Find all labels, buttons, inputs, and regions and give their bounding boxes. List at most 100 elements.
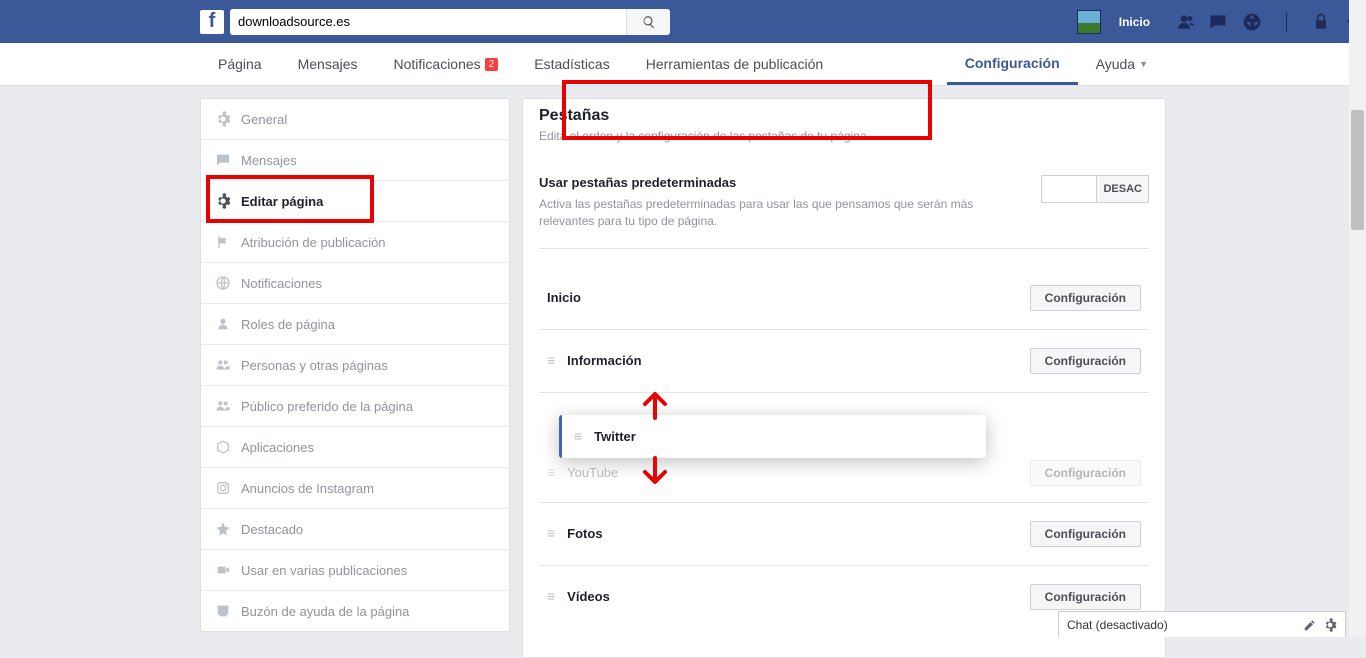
sidebar-item-publico[interactable]: Público preferido de la página [201, 386, 509, 427]
sidebar-label: Roles de página [241, 317, 335, 332]
camera-icon [215, 562, 231, 578]
sidebar-item-atribucion[interactable]: Atribución de publicación [201, 222, 509, 263]
tab-mensajes[interactable]: Mensajes [280, 43, 376, 85]
tab-order-label-partial: YouTube [567, 465, 1018, 480]
star-icon [215, 521, 231, 537]
search-button[interactable] [626, 9, 670, 35]
drag-handle-icon[interactable]: ≡ [547, 529, 555, 537]
sidebar-label: Personas y otras páginas [241, 358, 388, 373]
default-tabs-row: Usar pestañas predeterminadas Activa las… [539, 165, 1149, 249]
sidebar-label: Anuncios de Instagram [241, 481, 374, 496]
tab-order-label: Twitter [594, 429, 636, 444]
messages-icon[interactable] [1208, 12, 1228, 32]
globe-icon [215, 275, 231, 291]
top-bar: f Inicio ▼ [0, 0, 1366, 43]
tab-order-label: Información [567, 353, 1018, 368]
privacy-lock-icon[interactable] [1311, 12, 1331, 32]
tab-order-row-twitter-dragging[interactable]: ≡ Twitter [559, 415, 986, 458]
drag-handle-icon[interactable]: ≡ [574, 432, 582, 440]
tab-notificaciones-label: Notificaciones [394, 56, 481, 72]
sidebar-label: Aplicaciones [241, 440, 314, 455]
page-tab-bar: Página Mensajes Notificaciones 2 Estadís… [0, 43, 1366, 86]
tab-configuracion[interactable]: Configuración [947, 43, 1078, 85]
tab-order-label: Vídeos [567, 589, 1018, 604]
gear-icon[interactable] [1323, 618, 1337, 632]
tab-order-label: Fotos [567, 526, 1018, 541]
inbox-icon [215, 603, 231, 619]
default-tabs-toggle[interactable]: DESAC [1041, 175, 1149, 203]
notificaciones-badge: 2 [485, 58, 499, 71]
tab-notificaciones[interactable]: Notificaciones 2 [376, 43, 517, 85]
sidebar-item-roles[interactable]: Roles de página [201, 304, 509, 345]
sidebar-label: Usar en varias publicaciones [241, 563, 407, 578]
sidebar-item-editar-pagina[interactable]: Editar página [201, 181, 509, 222]
tab-pagina[interactable]: Página [200, 43, 280, 85]
tab-order-label: Inicio [547, 290, 1018, 305]
search-input[interactable] [230, 9, 626, 35]
sidebar-item-aplicaciones[interactable]: Aplicaciones [201, 427, 509, 468]
gear-icon [215, 193, 231, 209]
sidebar-item-destacado[interactable]: Destacado [201, 509, 509, 550]
facebook-logo-icon[interactable]: f [200, 10, 224, 34]
vertical-scrollbar[interactable] [1349, 0, 1366, 637]
sidebar-label: General [241, 112, 287, 127]
scrollbar-thumb[interactable] [1351, 110, 1364, 230]
top-home-link[interactable]: Inicio [1119, 15, 1150, 29]
chat-icon [215, 152, 231, 168]
sidebar-item-buzon[interactable]: Buzón de ayuda de la página [201, 591, 509, 631]
cube-icon [215, 439, 231, 455]
config-button-fotos[interactable]: Configuración [1030, 521, 1141, 547]
profile-avatar[interactable] [1077, 10, 1101, 34]
tab-order-row-informacion[interactable]: ≡ Información Configuración [539, 330, 1149, 393]
drag-handle-icon[interactable]: ≡ [547, 356, 555, 364]
sidebar-label: Buzón de ayuda de la página [241, 604, 409, 619]
content-wrap: General Mensajes Editar página Atribució… [0, 86, 1366, 658]
flag-icon [215, 234, 231, 250]
section-desc: Edita el orden y la configuración de las… [539, 129, 1149, 143]
sidebar-label: Público preferido de la página [241, 399, 413, 414]
config-button-informacion[interactable]: Configuración [1030, 348, 1141, 374]
people-icon [215, 398, 231, 414]
settings-sidebar: General Mensajes Editar página Atribució… [200, 98, 510, 632]
sidebar-item-personas[interactable]: Personas y otras páginas [201, 345, 509, 386]
tab-ayuda-label: Ayuda [1096, 56, 1135, 72]
tab-herramientas[interactable]: Herramientas de publicación [628, 43, 841, 85]
drag-handle-icon[interactable]: ≡ [547, 592, 555, 600]
sidebar-item-notificaciones[interactable]: Notificaciones [201, 263, 509, 304]
sidebar-label: Mensajes [241, 153, 297, 168]
people-icon [215, 357, 231, 373]
edit-icon[interactable] [1303, 618, 1317, 632]
sidebar-label: Destacado [241, 522, 303, 537]
chat-bar[interactable]: Chat (desactivado) [1058, 611, 1346, 637]
gear-icon [215, 111, 231, 127]
config-button-youtube[interactable]: Configuración [1030, 460, 1141, 486]
search-icon [642, 15, 656, 29]
pref-desc: Activa las pestañas predeterminadas para… [539, 196, 1021, 230]
main-panel: Pestañas Edita el orden y la configuraci… [522, 98, 1166, 658]
instagram-icon [215, 480, 231, 496]
drag-handle-icon: ≡ [547, 468, 555, 476]
sidebar-item-mensajes[interactable]: Mensajes [201, 140, 509, 181]
sidebar-label: Editar página [241, 194, 323, 209]
friends-icon[interactable] [1174, 12, 1194, 32]
chat-label: Chat (desactivado) [1067, 618, 1168, 632]
tab-order-row-inicio: Inicio Configuración [539, 249, 1149, 330]
globe-icon[interactable] [1242, 12, 1262, 32]
search-wrap [230, 9, 670, 35]
toggle-state-label: DESAC [1096, 176, 1148, 202]
sidebar-label: Notificaciones [241, 276, 322, 291]
sidebar-item-usar-varias[interactable]: Usar en varias publicaciones [201, 550, 509, 591]
tab-order-row-fotos[interactable]: ≡ Fotos Configuración [539, 503, 1149, 566]
section-title: Pestañas [539, 103, 1149, 125]
sidebar-label: Atribución de publicación [241, 235, 386, 250]
sidebar-item-general[interactable]: General [201, 99, 509, 140]
tab-ayuda[interactable]: Ayuda▼ [1078, 43, 1166, 85]
pref-heading: Usar pestañas predeterminadas [539, 175, 1021, 190]
tab-order-row-youtube-placeholder: ≡ YouTube Configuración [539, 452, 1149, 498]
person-icon [215, 316, 231, 332]
tab-estadisticas[interactable]: Estadísticas [516, 43, 627, 85]
config-button-videos[interactable]: Configuración [1030, 584, 1141, 610]
top-icons: ▼ [1174, 12, 1354, 32]
config-button-inicio[interactable]: Configuración [1030, 285, 1141, 311]
sidebar-item-instagram[interactable]: Anuncios de Instagram [201, 468, 509, 509]
